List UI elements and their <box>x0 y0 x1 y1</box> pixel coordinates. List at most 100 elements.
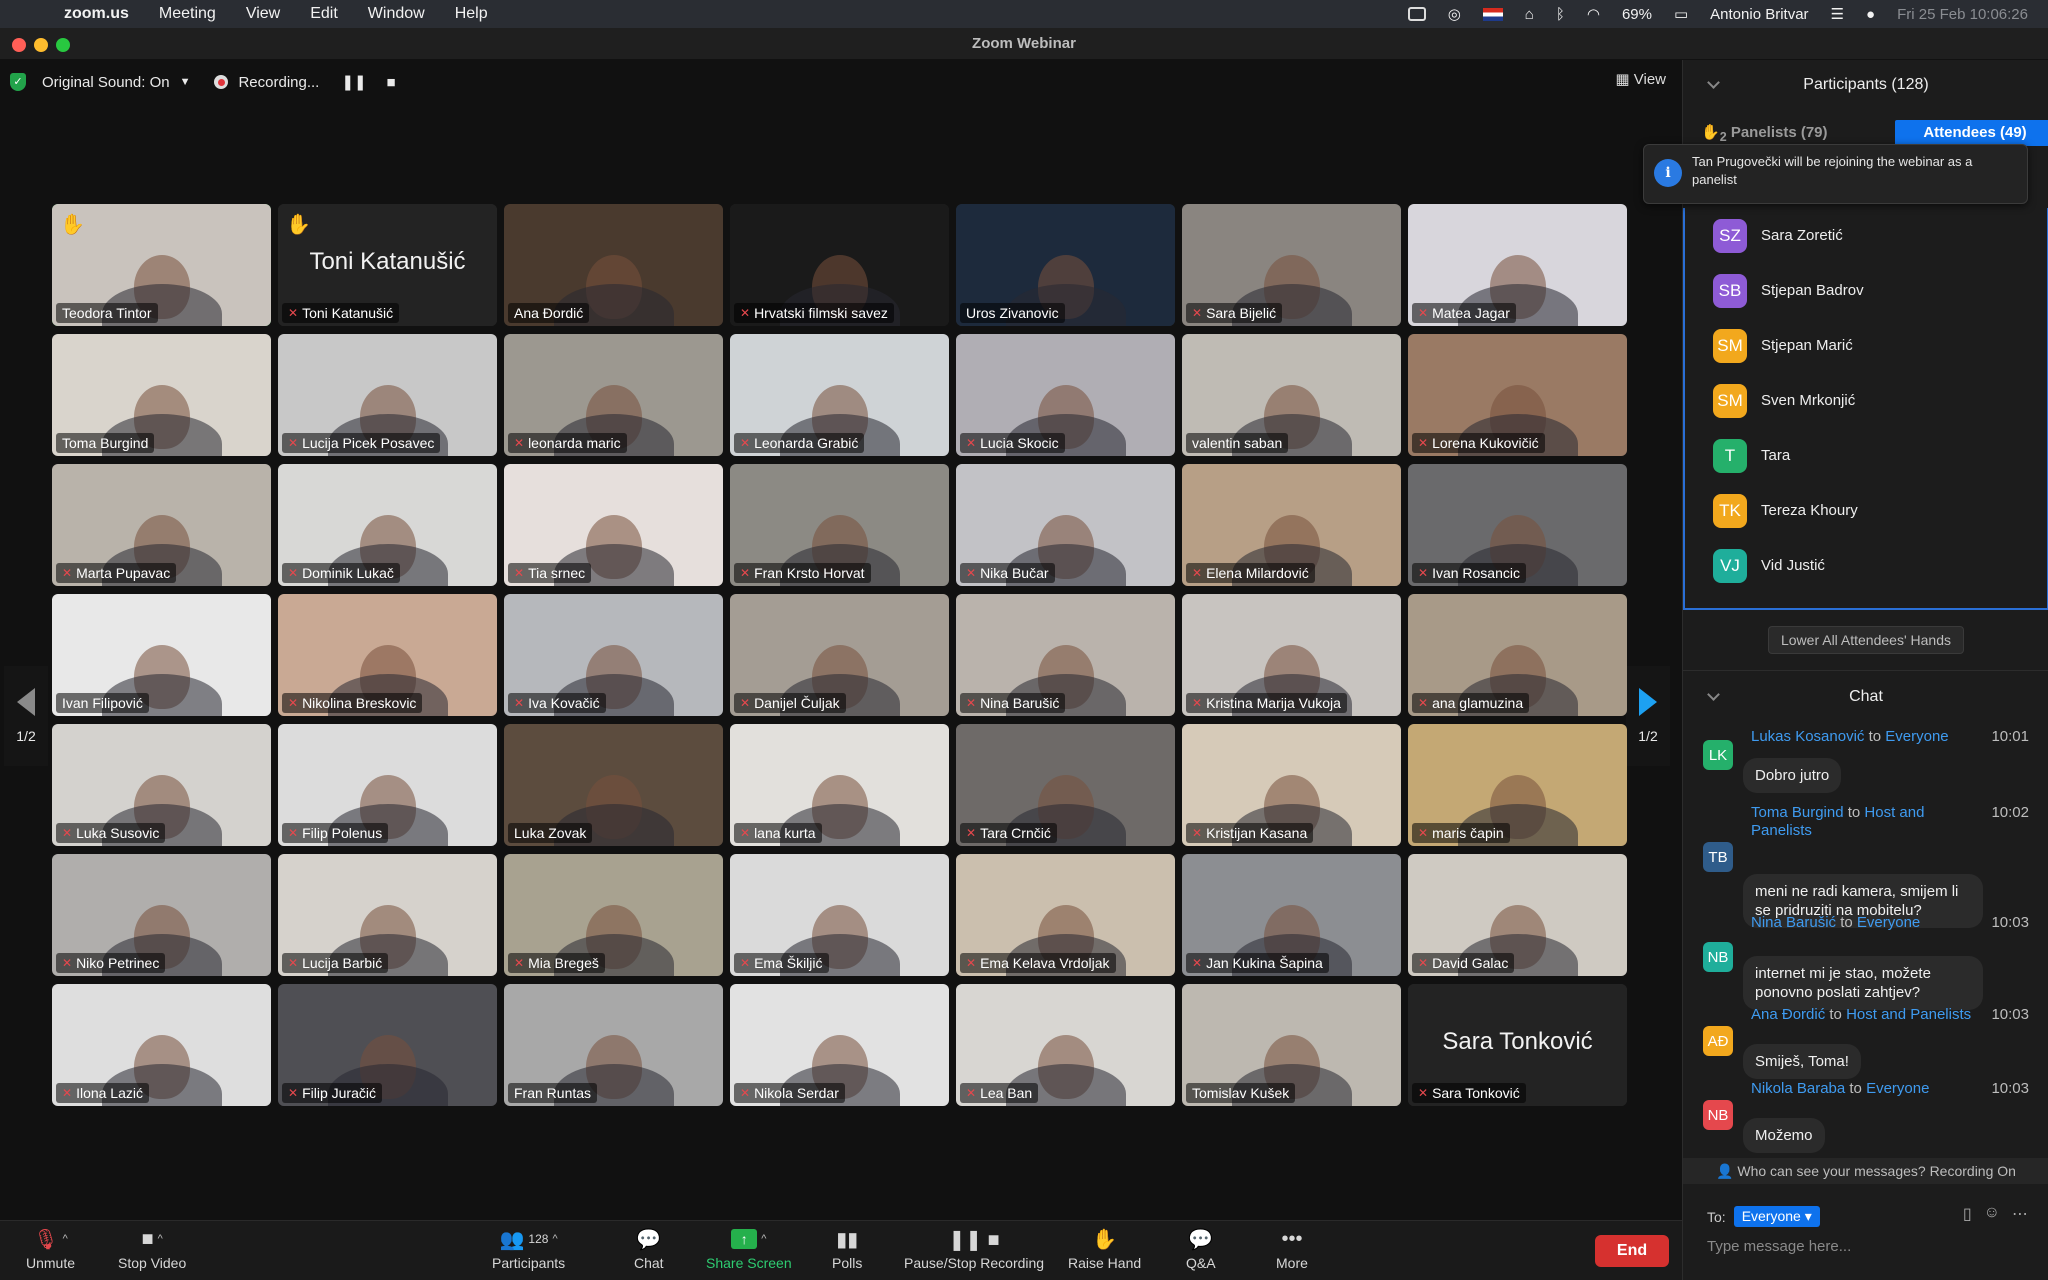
pause-recording-icon[interactable]: ❚❚ <box>341 73 366 91</box>
video-tile[interactable]: ✕ Niko Petrinec <box>52 854 271 976</box>
battery-text[interactable]: 69% <box>1622 6 1652 23</box>
video-tile[interactable]: ✕ Tara Crnčić <box>956 724 1175 846</box>
video-tile[interactable]: ✕ Matea Jagar <box>1408 204 1627 326</box>
raise-hand-button[interactable]: ✋ Raise Hand <box>1068 1227 1141 1272</box>
video-tile[interactable]: ✕ Leonarda Grabić <box>730 334 949 456</box>
clock[interactable]: Fri 25 Feb 10:06:26 <box>1897 6 2028 23</box>
chevron-up-icon[interactable]: ^ <box>63 1233 68 1245</box>
video-tile[interactable]: ✕ Elena Milardović <box>1182 464 1401 586</box>
emoji-icon[interactable]: ☺ <box>1984 1204 2000 1224</box>
video-tile[interactable]: ✕ Nikolina Breskovic <box>278 594 497 716</box>
menu-edit[interactable]: Edit <box>310 5 338 23</box>
video-tile[interactable]: ✕ Lea Ban <box>956 984 1175 1106</box>
qa-button[interactable]: 💬 Q&A <box>1186 1227 1216 1272</box>
pause-stop-recording-button[interactable]: ❚❚ ■ Pause/Stop Recording <box>904 1227 1044 1272</box>
video-tile[interactable]: ✕ Kristina Marija Vukoja <box>1182 594 1401 716</box>
participants-button[interactable]: 👥 128 ^ Participants <box>492 1227 565 1272</box>
video-tile[interactable]: Tomislav Kušek <box>1182 984 1401 1106</box>
cast-icon[interactable]: ◎ <box>1448 5 1461 23</box>
chat-sender[interactable]: Ana Đordić <box>1751 1006 1825 1023</box>
message-visibility-notice[interactable]: 👤 Who can see your messages? Recording O… <box>1683 1158 2048 1184</box>
video-tile[interactable]: ✕ Lucija Barbić <box>278 854 497 976</box>
polls-button[interactable]: ▮▮ Polls <box>832 1227 862 1272</box>
video-tile[interactable]: ✕ Tia srnec <box>504 464 723 586</box>
video-tile[interactable]: ✕ Ema Kelava Vrdoljak <box>956 854 1175 976</box>
video-tile[interactable]: ✋ Teodora Tintor <box>52 204 271 326</box>
participant-row[interactable]: SB Stjepan Badrov <box>1685 263 2047 318</box>
chat-sender[interactable]: Nina Barušić <box>1751 914 1836 931</box>
user-name[interactable]: Antonio Britvar <box>1710 6 1808 23</box>
tab-panelists[interactable]: ✋2 Panelists (79) <box>1701 123 1828 144</box>
participant-row[interactable]: VJ Vid Justić <box>1685 538 2047 593</box>
next-page-button[interactable]: 1/2 <box>1626 666 1670 766</box>
video-tile[interactable]: ✕ Nina Barušić <box>956 594 1175 716</box>
video-tile[interactable]: Ana Đordić <box>504 204 723 326</box>
chat-message-input[interactable]: Type message here... <box>1707 1238 1851 1255</box>
video-tile[interactable]: ✕ Nika Bučar <box>956 464 1175 586</box>
video-tile[interactable]: valentin saban <box>1182 334 1401 456</box>
participant-row[interactable]: T Tara <box>1685 428 2047 483</box>
control-center-icon[interactable]: ☰ <box>1831 5 1844 23</box>
chat-sender[interactable]: Toma Burgind <box>1751 804 1844 821</box>
video-tile[interactable]: ✕ Iva Kovačić <box>504 594 723 716</box>
video-tile[interactable]: ✕ leonarda maric <box>504 334 723 456</box>
chevron-down-icon[interactable] <box>1707 76 1720 89</box>
video-tile[interactable]: ✕ Kristijan Kasana <box>1182 724 1401 846</box>
video-tile[interactable]: Sara Tonković ✕ Sara Tonković <box>1408 984 1627 1106</box>
share-screen-button[interactable]: ↑ ^ Share Screen <box>706 1227 792 1271</box>
video-tile[interactable]: ✕ Ivan Rosancic <box>1408 464 1627 586</box>
participant-row[interactable]: SM Sven Mrkonjić <box>1685 373 2047 428</box>
end-button[interactable]: End <box>1595 1235 1669 1267</box>
input-flag-icon[interactable] <box>1482 7 1503 21</box>
video-tile[interactable]: ✕ Hrvatski filmski savez <box>730 204 949 326</box>
video-tile[interactable]: Toma Burgind <box>52 334 271 456</box>
chat-sender[interactable]: Lukas Kosanović <box>1751 728 1864 745</box>
unmute-button[interactable]: 🎙 ^ Unmute <box>26 1227 75 1272</box>
video-tile[interactable]: Ivan Filipović <box>52 594 271 716</box>
video-tile[interactable]: ✕ Lucija Picek Posavec <box>278 334 497 456</box>
video-tile[interactable]: ✕ Marta Pupavac <box>52 464 271 586</box>
close-window-button[interactable] <box>12 38 26 52</box>
original-sound-toggle[interactable]: Original Sound: On <box>42 74 170 91</box>
video-tile[interactable]: ✕ Lucia Skocic <box>956 334 1175 456</box>
video-tile[interactable]: ✕ David Galac <box>1408 854 1627 976</box>
video-tile[interactable]: ✕ Jan Kukina Šapina <box>1182 854 1401 976</box>
bluetooth-icon[interactable]: ᛒ <box>1556 6 1565 23</box>
video-tile[interactable]: ✕ Mia Bregeš <box>504 854 723 976</box>
video-tile[interactable]: ✕ Filip Polenus <box>278 724 497 846</box>
chevron-up-icon[interactable]: ^ <box>158 1233 163 1245</box>
video-tile[interactable]: ✕ Nikola Serdar <box>730 984 949 1106</box>
zoom-status-icon[interactable] <box>1407 7 1426 21</box>
chevron-down-icon[interactable] <box>1707 688 1720 701</box>
more-button[interactable]: ••• More <box>1276 1227 1308 1272</box>
video-tile[interactable]: ✕ Luka Susovic <box>52 724 271 846</box>
video-tile[interactable]: ✕ Danijel Čuljak <box>730 594 949 716</box>
menu-window[interactable]: Window <box>368 5 425 23</box>
shield-icon[interactable]: ✓ <box>10 73 26 91</box>
extension-icon[interactable]: ⌂ <box>1525 6 1534 23</box>
video-tile[interactable]: Uros Zivanovic <box>956 204 1175 326</box>
participant-row[interactable]: TK Tereza Khoury <box>1685 483 2047 538</box>
chevron-down-icon[interactable]: ▼ <box>180 76 191 88</box>
video-tile[interactable]: Fran Runtas <box>504 984 723 1106</box>
video-tile[interactable]: ✕ maris čapin <box>1408 724 1627 846</box>
menu-meeting[interactable]: Meeting <box>159 5 216 23</box>
previous-page-button[interactable]: 1/2 <box>4 666 48 766</box>
file-icon[interactable]: ▯ <box>1963 1204 1972 1224</box>
video-tile[interactable]: ✕ Lorena Kukovičić <box>1408 334 1627 456</box>
chevron-up-icon[interactable]: ^ <box>552 1233 557 1245</box>
video-tile[interactable]: ✕ ana glamuzina <box>1408 594 1627 716</box>
video-tile[interactable]: ✕ lana kurta <box>730 724 949 846</box>
lower-all-hands-button[interactable]: Lower All Attendees' Hands <box>1768 626 1964 654</box>
view-button[interactable]: ▦ View <box>1615 70 1666 88</box>
more-icon[interactable]: ⋯ <box>2012 1204 2028 1224</box>
chat-button[interactable]: 💬 Chat <box>634 1227 664 1272</box>
video-tile[interactable]: ✕ Dominik Lukač <box>278 464 497 586</box>
recipient-select[interactable]: Everyone ▾ <box>1733 1206 1820 1227</box>
stop-video-button[interactable]: ■ ^ Stop Video <box>118 1227 186 1272</box>
menu-app-name[interactable]: zoom.us <box>64 5 129 23</box>
video-tile[interactable]: ✕ Sara Bijelić <box>1182 204 1401 326</box>
video-tile[interactable]: ✕ Fran Krsto Horvat <box>730 464 949 586</box>
participant-row[interactable]: SZ Sara Zoretić <box>1685 208 2047 263</box>
tab-attendees[interactable]: Attendees (49) <box>1895 120 2048 146</box>
